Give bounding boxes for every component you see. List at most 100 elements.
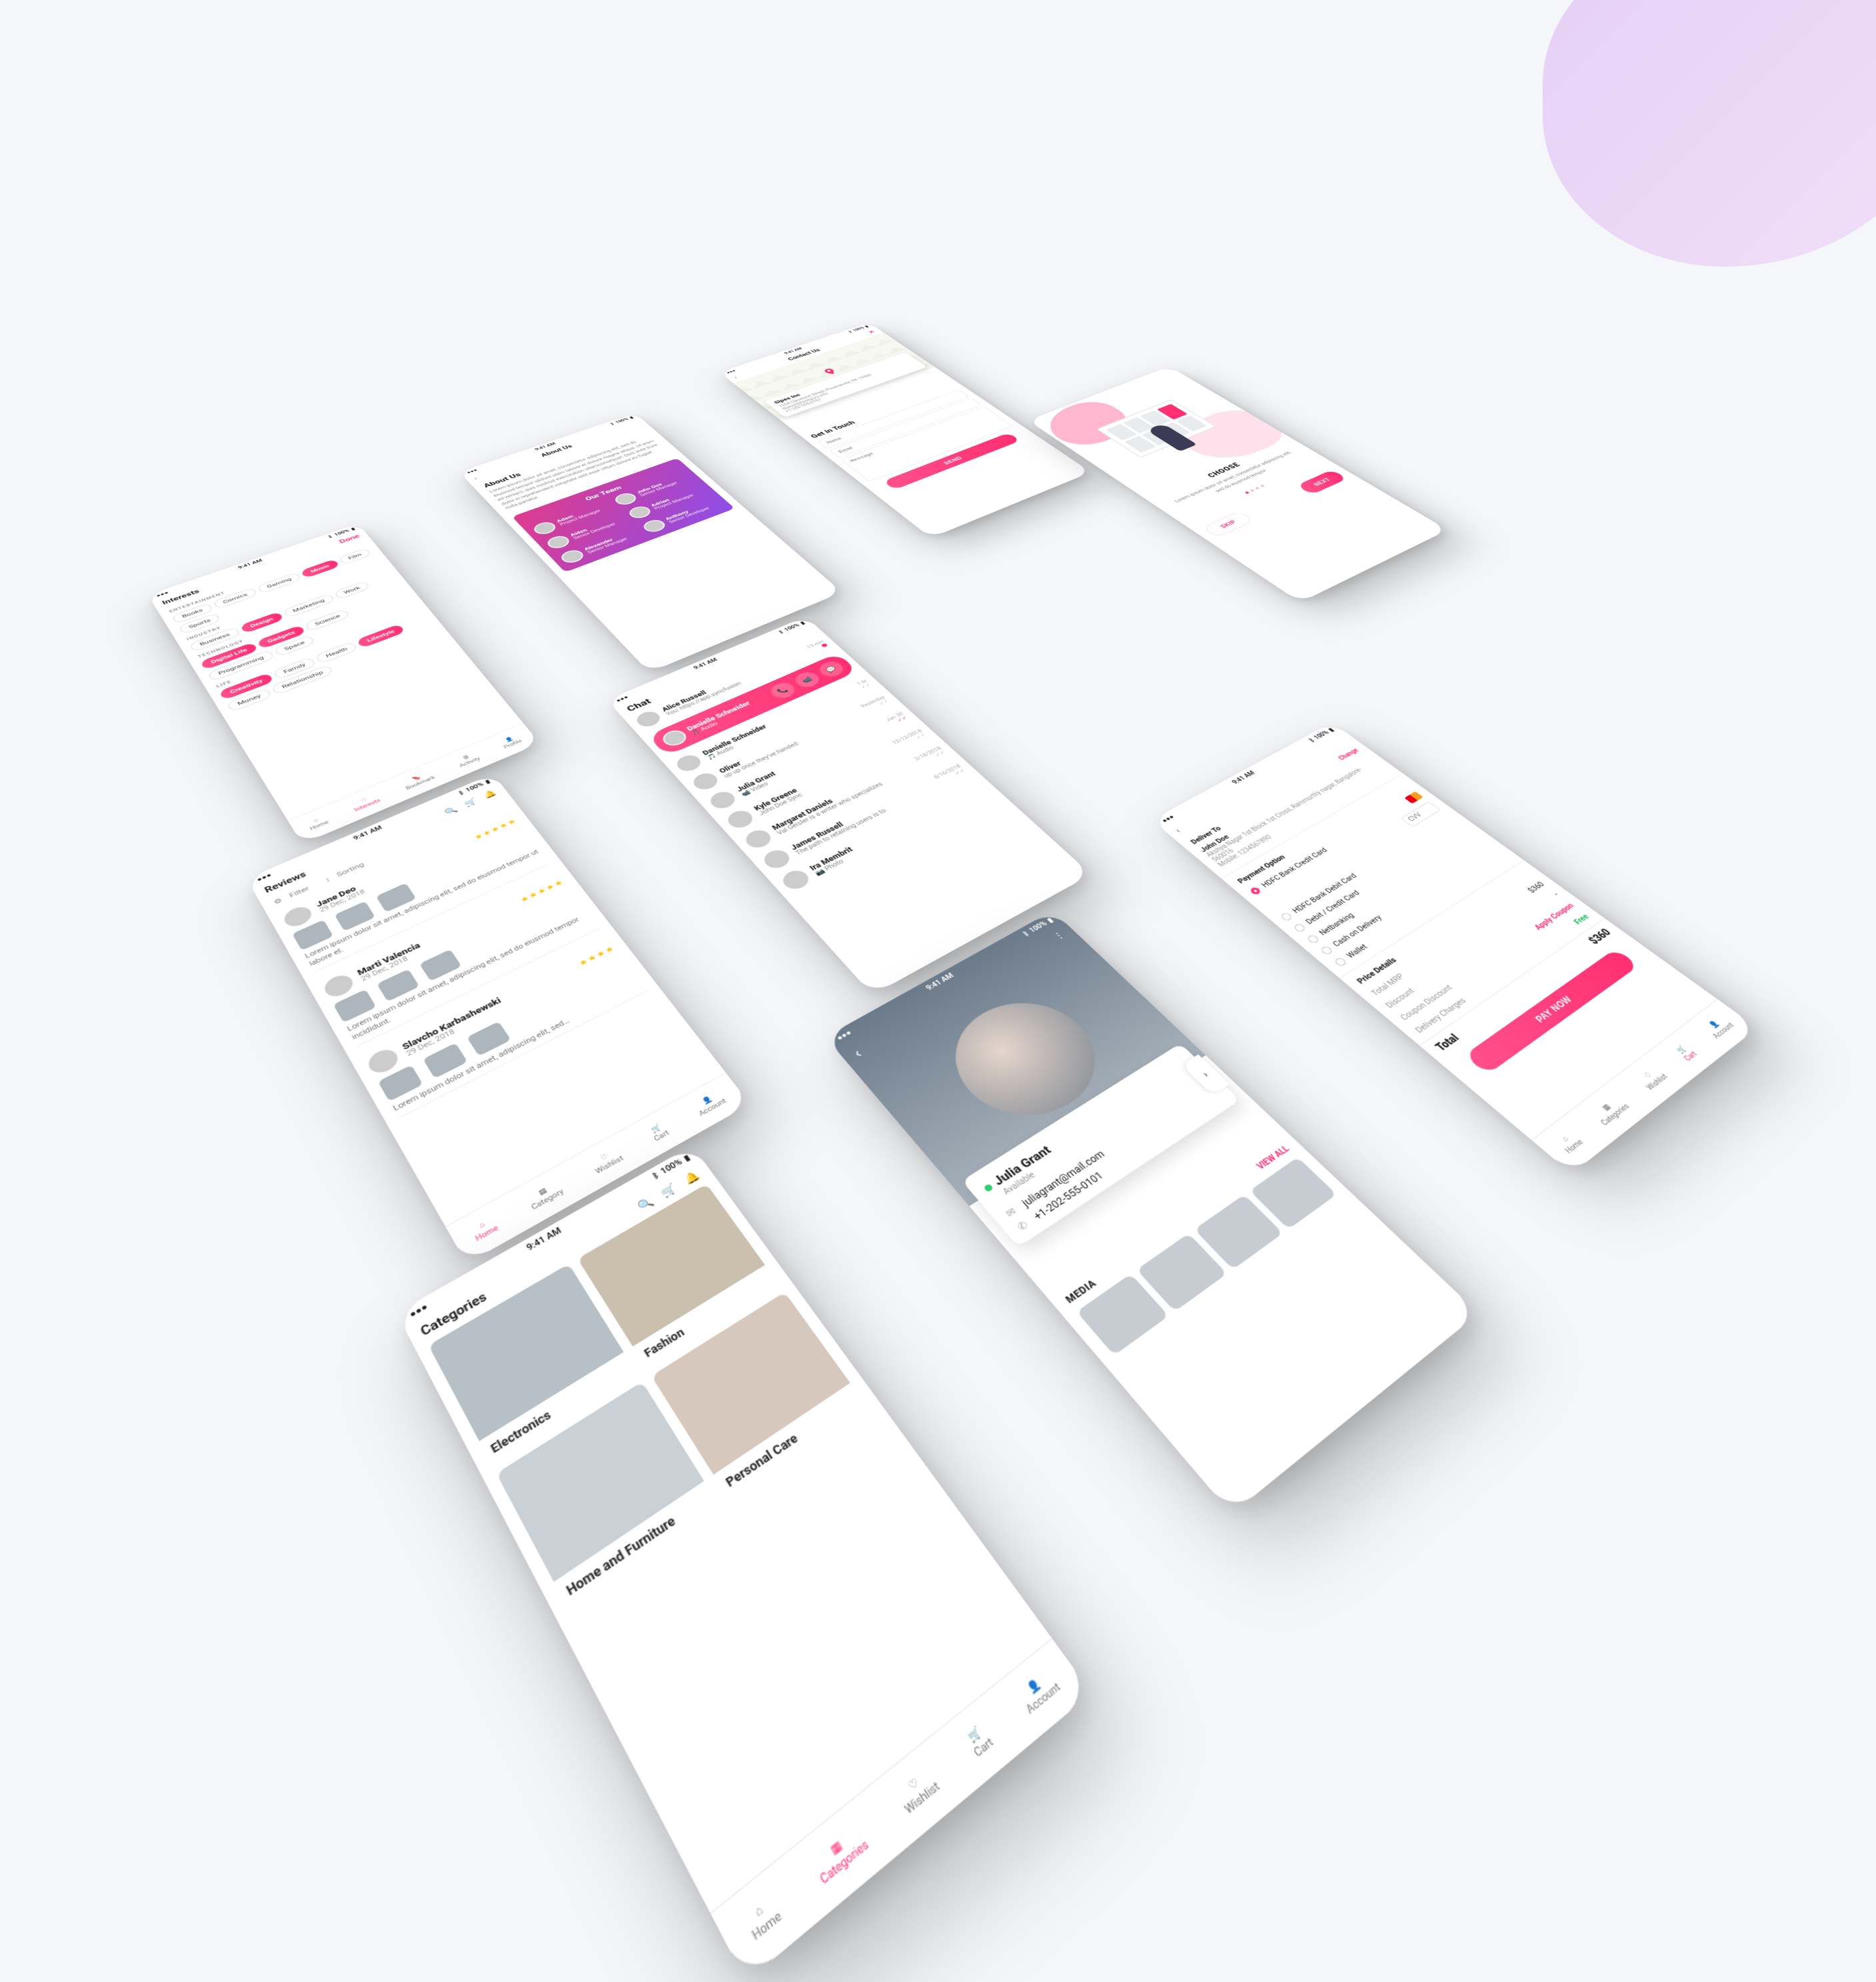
total-value: $360 [1587,927,1615,947]
nav-label: Cart [1683,1050,1699,1063]
voice-call-button[interactable]: 📞 [767,680,799,701]
nav-label: Interests [353,798,381,813]
home-icon: ⌂ [753,1902,766,1921]
skip-button[interactable]: SKIP [1202,511,1255,538]
nav-wishlist[interactable]: ♡Wishlist [895,1767,942,1817]
nav-account[interactable]: 👤Account [692,1091,728,1118]
avatar [633,709,664,729]
nav-interests[interactable]: ♡Interests [350,793,381,812]
star-rating: ★★★★ [577,944,617,968]
next-button[interactable]: NEXT [1297,469,1347,495]
more-icon[interactable]: ⋮ [1051,930,1066,941]
avatar [612,491,639,507]
nav-account[interactable]: 👤Account [1016,1669,1063,1717]
nav-category[interactable]: ▦Category [525,1180,565,1211]
wishlist-icon: ♡ [907,1776,922,1794]
search-icon[interactable]: 🔍 [636,1195,656,1213]
page-dot[interactable] [1260,485,1265,487]
filter-icon[interactable]: ⚙ [273,897,284,906]
page-dot[interactable] [1245,491,1250,494]
cart-icon: 🛒 [1675,1045,1689,1055]
radio-icon [1320,945,1334,955]
search-icon[interactable]: 🔍 [443,805,459,817]
bell-icon[interactable]: 🔔 [483,789,499,799]
avatar [544,534,573,551]
wishlist-icon: ♡ [599,1153,609,1163]
nav-cart[interactable]: 🛒Cart [1673,1043,1699,1063]
nav-profile[interactable]: 👤Profile [499,734,523,749]
account-icon: 👤 [1708,1019,1721,1029]
nav-cart[interactable]: 🛒Cart [963,1723,995,1760]
activity-icon: ≣ [462,755,470,761]
cart-icon[interactable]: 🛒 [463,797,479,808]
radio-icon [1334,957,1348,967]
video-call-button[interactable]: 📹 [791,669,823,690]
screen-onboarding: CHOOSE Lorem ipsum dolor sit amet, conse… [1028,366,1448,602]
total-label: Total [1434,1033,1463,1054]
avatar [531,520,559,536]
nav-label: Wishlist [1645,1073,1669,1092]
back-icon[interactable]: ‹ [473,476,479,481]
nav-label: Home [751,1910,784,1945]
nav-label: Cart [653,1129,671,1143]
sort-icon[interactable]: ↕ [323,876,331,884]
page-dot[interactable] [1250,489,1255,492]
radio-icon [1306,934,1320,944]
category-icon: ▦ [537,1187,549,1197]
nav-home[interactable]: ⌂Home [742,1894,785,1945]
price-line-value: Free [1572,913,1591,927]
home-icon: ⌂ [477,1220,487,1230]
cart-icon[interactable]: 🛒 [659,1182,679,1199]
nav-label: Profile [503,739,523,749]
nav-home[interactable]: ⌂Home [1554,1131,1585,1156]
bell-icon[interactable]: 🔔 [683,1169,703,1186]
back-icon[interactable]: ‹ [849,1045,865,1061]
nav-label: Home [309,820,330,832]
back-icon[interactable]: ‹ [733,376,739,380]
avatar [779,867,813,893]
nav-label: Category [530,1187,565,1211]
radio-icon [1279,912,1293,922]
nav-cart[interactable]: 🛒Cart [647,1122,671,1143]
nav-categories[interactable]: ▦Categories [1591,1095,1631,1127]
nav-label: Account [1711,1021,1736,1040]
background-blob [1543,0,1876,267]
screen-contact: ●●●9:41 AM ᛒ100%▮ ‹ Contact Us ✕ Sipes I… [719,323,1091,538]
bookmark-icon: 🔖 [411,775,422,782]
battery-icon: ▮ [350,527,356,531]
nav-home[interactable]: ⌂Home [469,1215,500,1243]
chat-button[interactable]: 💬 [815,659,847,679]
avatar [626,504,654,520]
nav-wishlist[interactable]: ♡Wishlist [589,1147,625,1176]
cart-icon: 🛒 [649,1123,663,1135]
radio-icon [1249,886,1262,895]
price-line-value: - [1551,891,1561,898]
nav-categories[interactable]: ▦Categories [810,1824,871,1887]
interests-icon: ♡ [360,797,369,803]
nav-label: Home [475,1225,500,1243]
back-icon[interactable]: ‹ [1173,827,1183,835]
profile-icon: 👤 [504,736,515,743]
nav-label: Categories [819,1838,871,1887]
wishlist-icon: ♡ [1643,1071,1655,1080]
bottom-nav: ⌂Home▦Categories♡Wishlist🛒Cart👤Account [1531,999,1757,1173]
bottom-nav: ⌂Home ▦Categories ♡Wishlist 🛒Cart 👤Account [710,1638,1092,1982]
nav-activity[interactable]: ≣Activity [455,751,481,768]
nav-label: Account [697,1097,728,1118]
categories-icon: ▦ [1601,1103,1613,1112]
nav-home[interactable]: ⌂Home [306,815,330,832]
account-icon: 👤 [701,1095,714,1106]
nav-label: Activity [459,756,481,768]
nav-label: Categories [1599,1102,1631,1127]
home-icon: ⌂ [1560,1135,1571,1144]
nav-wishlist[interactable]: ♡Wishlist [1636,1066,1670,1092]
page-dot[interactable] [1255,487,1260,489]
nav-label: Home [1564,1139,1585,1156]
radio-icon [1293,923,1307,933]
avatar [659,727,690,748]
avatar [558,548,587,565]
nav-bookmark[interactable]: 🔖Bookmark [401,770,436,791]
close-icon[interactable]: ✕ [867,329,876,334]
nav-label: Wishlist [594,1155,625,1175]
nav-account[interactable]: 👤Account [1703,1015,1736,1041]
